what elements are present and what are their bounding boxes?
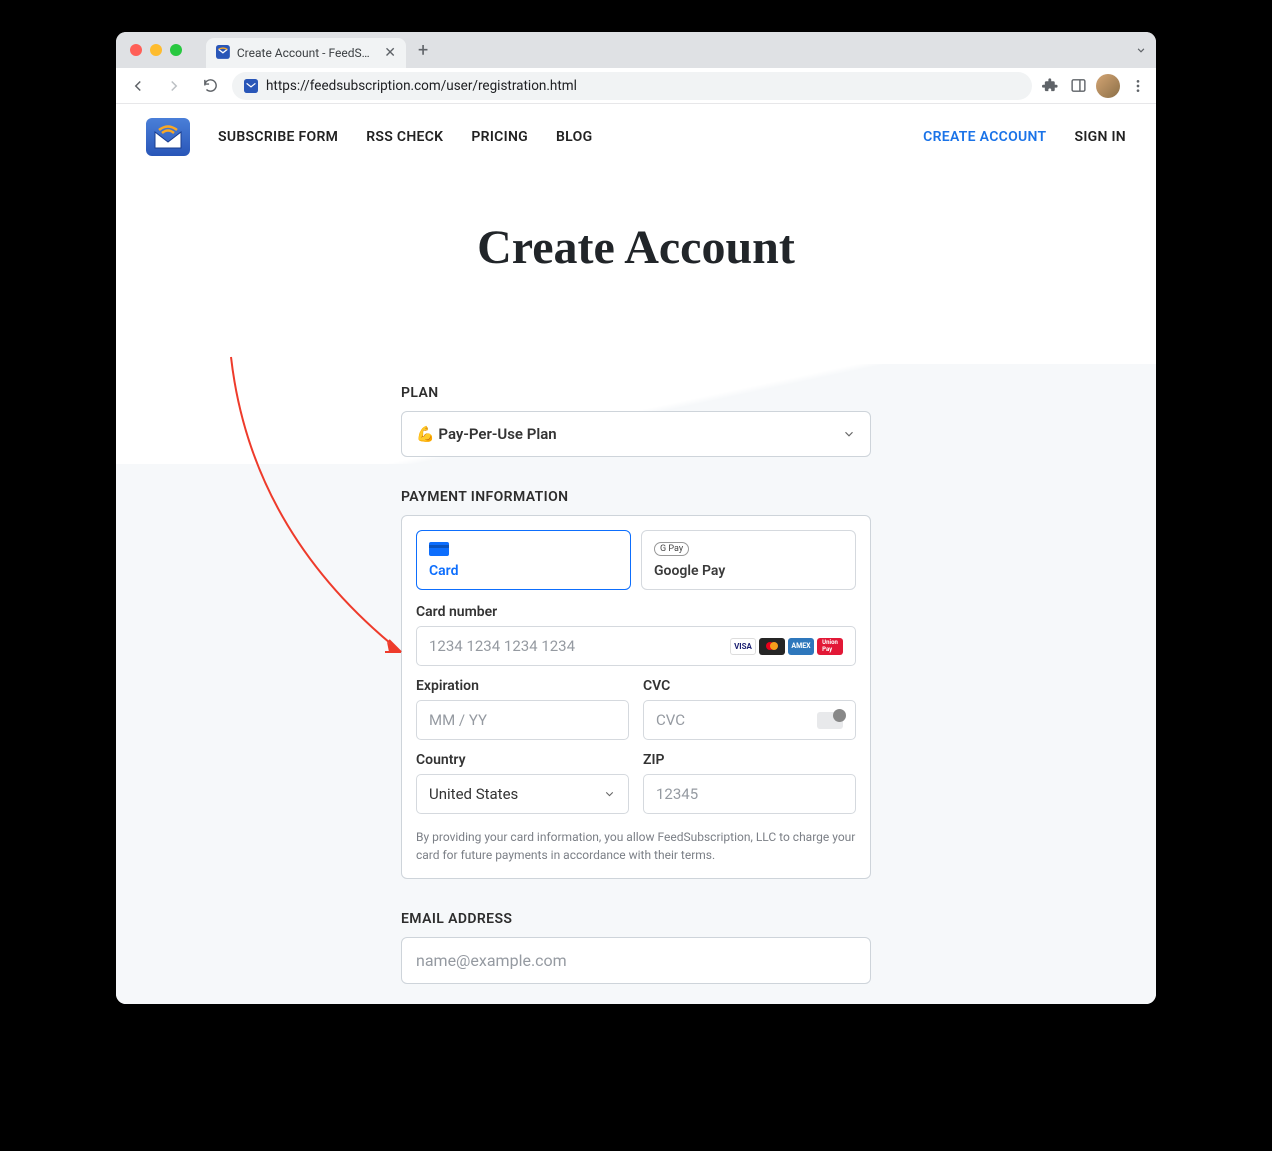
address-bar[interactable]: https://feedsubscription.com/user/regist… xyxy=(232,72,1032,100)
page-title: Create Account xyxy=(116,220,1156,275)
card-brand-icons: VISA AMEX UnionPay xyxy=(730,638,843,655)
card-number-label: Card number xyxy=(416,604,856,620)
tabs-dropdown-icon[interactable] xyxy=(1134,43,1148,57)
url-text: https://feedsubscription.com/user/regist… xyxy=(266,78,577,94)
payment-label: PAYMENT INFORMATION xyxy=(401,489,871,505)
chevron-down-icon xyxy=(842,427,856,441)
cvc-hint-icon xyxy=(817,712,843,729)
expiration-input[interactable]: MM / YY xyxy=(416,700,629,740)
payment-box: Card G Pay Google Pay Card number 1234 1… xyxy=(401,515,871,879)
expiration-label: Expiration xyxy=(416,678,629,694)
window-close[interactable] xyxy=(130,44,142,56)
side-panel-icon[interactable] xyxy=(1068,76,1088,96)
nav-blog[interactable]: BLOG xyxy=(556,129,592,145)
email-label: EMAIL ADDRESS xyxy=(401,911,871,927)
browser-tab[interactable]: Create Account - FeedSubscri ✕ xyxy=(206,38,406,68)
card-icon xyxy=(429,541,618,557)
payment-tab-card[interactable]: Card xyxy=(416,530,631,590)
country-select[interactable]: United States xyxy=(416,774,629,814)
site-logo[interactable] xyxy=(146,118,190,156)
zip-input[interactable]: 12345 xyxy=(643,774,856,814)
chevron-down-icon xyxy=(603,788,616,801)
card-number-input[interactable]: 1234 1234 1234 1234 VISA AMEX UnionPay xyxy=(416,626,856,666)
extensions-icon[interactable] xyxy=(1040,76,1060,96)
unionpay-icon: UnionPay xyxy=(817,638,843,655)
favicon-icon xyxy=(216,45,230,61)
nav-subscribe-form[interactable]: SUBSCRIBE FORM xyxy=(218,129,338,145)
payment-disclosure: By providing your card information, you … xyxy=(416,828,856,864)
reload-button[interactable] xyxy=(196,72,224,100)
annotation-arrow-icon xyxy=(221,352,431,672)
email-input[interactable]: name@example.com xyxy=(401,937,871,984)
visa-icon: VISA xyxy=(730,638,756,655)
card-tab-label: Card xyxy=(429,563,618,579)
gpay-icon: G Pay xyxy=(654,541,843,557)
country-label: Country xyxy=(416,752,629,768)
plan-value: 💪 Pay-Per-Use Plan xyxy=(416,425,557,443)
plan-select[interactable]: 💪 Pay-Per-Use Plan xyxy=(401,411,871,457)
payment-tab-google-pay[interactable]: G Pay Google Pay xyxy=(641,530,856,590)
cvc-label: CVC xyxy=(643,678,856,694)
nav-create-account[interactable]: CREATE ACCOUNT xyxy=(923,129,1046,145)
back-button[interactable] xyxy=(124,72,152,100)
nav-sign-in[interactable]: SIGN IN xyxy=(1074,129,1126,145)
amex-icon: AMEX xyxy=(788,638,814,655)
window-maximize[interactable] xyxy=(170,44,182,56)
plan-label: PLAN xyxy=(401,385,871,401)
zip-label: ZIP xyxy=(643,752,856,768)
window-minimize[interactable] xyxy=(150,44,162,56)
forward-button[interactable] xyxy=(160,72,188,100)
nav-pricing[interactable]: PRICING xyxy=(471,129,528,145)
new-tab-button[interactable]: + xyxy=(418,40,428,61)
nav-rss-check[interactable]: RSS CHECK xyxy=(366,129,443,145)
menu-icon[interactable] xyxy=(1128,76,1148,96)
cvc-input[interactable]: CVC xyxy=(643,700,856,740)
close-tab-icon[interactable]: ✕ xyxy=(384,45,396,61)
mastercard-icon xyxy=(759,638,785,655)
gpay-tab-label: Google Pay xyxy=(654,563,843,579)
profile-avatar[interactable] xyxy=(1096,74,1120,98)
site-icon xyxy=(244,79,258,93)
tab-title: Create Account - FeedSubscri xyxy=(237,46,373,60)
